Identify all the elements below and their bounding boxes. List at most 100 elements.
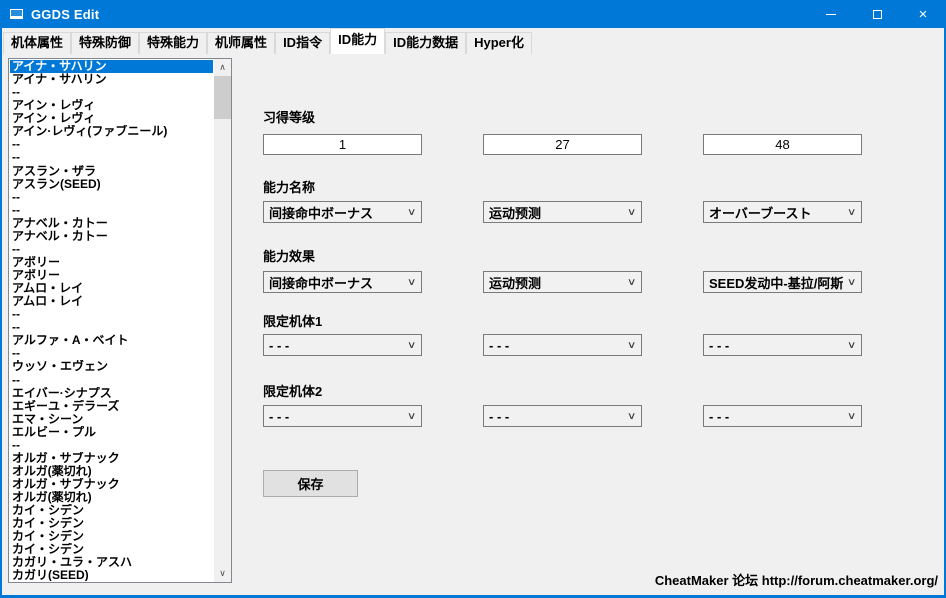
list-item[interactable]: オルガ(薬切れ) xyxy=(10,491,213,504)
list-item[interactable]: -- xyxy=(10,151,213,164)
chevron-down-icon: ∨ xyxy=(847,277,857,288)
close-icon: × xyxy=(919,7,928,22)
list-item[interactable]: カイ・シデン xyxy=(10,530,213,543)
tab-7[interactable]: Hyper化 xyxy=(466,32,532,54)
minimize-button[interactable] xyxy=(808,0,854,28)
list-item[interactable]: -- xyxy=(10,138,213,151)
chevron-down-icon: ∨ xyxy=(847,340,857,351)
list-item[interactable]: アナベル・カトー xyxy=(10,217,213,230)
list-item[interactable]: アイン・レヴィ xyxy=(10,99,213,112)
chevron-down-icon: ∨ xyxy=(627,411,637,422)
tab-3[interactable]: 机师属性 xyxy=(207,32,275,54)
list-item[interactable]: アナベル・カトー xyxy=(10,230,213,243)
list-item[interactable]: エマ・シーン xyxy=(10,413,213,426)
level-input-1[interactable] xyxy=(483,134,642,155)
tab-2[interactable]: 特殊能力 xyxy=(139,32,207,54)
list-item[interactable]: -- xyxy=(10,204,213,217)
level-input-0[interactable] xyxy=(263,134,422,155)
save-button[interactable]: 保存 xyxy=(263,470,358,497)
dropdown-row3-col0[interactable]: - - -∨ xyxy=(263,334,422,356)
pilot-list: アイナ・サハリンアイナ・サハリン--アイン・レヴィアイン・レヴィアイン·レヴィ(… xyxy=(10,60,213,581)
list-item[interactable]: アムロ・レイ xyxy=(10,282,213,295)
list-item[interactable]: -- xyxy=(10,374,213,387)
list-item[interactable]: -- xyxy=(10,86,213,99)
list-item[interactable]: オルガ・サブナック xyxy=(10,452,213,465)
tab-0[interactable]: 机体属性 xyxy=(3,32,71,54)
dropdown-value: 间接命中ボーナス xyxy=(269,273,373,292)
list-item[interactable]: -- xyxy=(10,243,213,256)
chevron-down-icon: ∨ xyxy=(627,340,637,351)
list-scrollbar[interactable]: ∧ ∨ xyxy=(214,59,231,582)
list-item[interactable]: ウッソ・エヴェン xyxy=(10,360,213,373)
maximize-icon xyxy=(873,10,882,19)
chevron-down-icon: ∨ xyxy=(407,411,417,422)
list-item[interactable]: アイン·レヴィ(ファブニール) xyxy=(10,125,213,138)
dropdown-row4-col0[interactable]: - - -∨ xyxy=(263,405,422,427)
dropdown-row2-col1[interactable]: 运动预测∨ xyxy=(483,271,642,293)
level-input-2[interactable] xyxy=(703,134,862,155)
list-item[interactable]: アイナ・サハリン xyxy=(10,60,213,73)
form-label-3: 限定机体1 xyxy=(263,311,322,330)
scrollbar-thumb[interactable] xyxy=(214,76,231,119)
list-item[interactable]: -- xyxy=(10,439,213,452)
dropdown-row4-col1[interactable]: - - - ∨ xyxy=(483,405,642,427)
list-item[interactable]: アスラン・ザラ xyxy=(10,165,213,178)
list-item[interactable]: アポリー xyxy=(10,269,213,282)
maximize-button[interactable] xyxy=(854,0,900,28)
tab-1[interactable]: 特殊防御 xyxy=(71,32,139,54)
dropdown-value: - - - xyxy=(709,409,729,424)
dropdown-value: 间接命中ボーナス xyxy=(269,203,373,222)
list-item[interactable]: エイバー·シナプス xyxy=(10,387,213,400)
scroll-down-icon: ∨ xyxy=(219,568,226,579)
list-item[interactable]: カイ・シデン xyxy=(10,543,213,556)
window-border-left xyxy=(0,0,2,598)
pilot-listbox: アイナ・サハリンアイナ・サハリン--アイン・レヴィアイン・レヴィアイン·レヴィ(… xyxy=(8,58,232,583)
scroll-up-icon: ∧ xyxy=(219,62,226,73)
list-item[interactable]: エギーユ・デラーズ xyxy=(10,400,213,413)
dropdown-row3-col2[interactable]: - - - ∨ xyxy=(703,334,862,356)
caption-buttons: × xyxy=(808,0,946,28)
list-item[interactable]: -- xyxy=(10,191,213,204)
list-item[interactable]: アポリー xyxy=(10,256,213,269)
list-item[interactable]: エルビー・プル xyxy=(10,426,213,439)
form-label-1: 能力名称 xyxy=(263,177,315,196)
dropdown-value: - - - xyxy=(269,338,289,353)
list-item[interactable]: オルガ(薬切れ) xyxy=(10,465,213,478)
scroll-down-button[interactable]: ∨ xyxy=(214,565,231,582)
list-item[interactable]: アイン・レヴィ xyxy=(10,112,213,125)
list-item[interactable]: アルファ・A・ベイト xyxy=(10,334,213,347)
list-item[interactable]: カガリ・ユラ・アスハ xyxy=(10,556,213,569)
dropdown-row4-col2[interactable]: - - - ∨ xyxy=(703,405,862,427)
tab-4[interactable]: ID指令 xyxy=(275,32,330,54)
tab-6[interactable]: ID能力数据 xyxy=(385,32,466,54)
list-item[interactable]: アイナ・サハリン xyxy=(10,73,213,86)
minimize-icon xyxy=(826,14,836,15)
app-icon xyxy=(10,9,23,19)
tab-strip: 机体属性特殊防御特殊能力机师属性ID指令ID能力ID能力数据Hyper化 xyxy=(0,28,946,54)
list-item[interactable]: アスラン(SEED) xyxy=(10,178,213,191)
list-item[interactable]: オルガ・サブナック xyxy=(10,478,213,491)
list-item[interactable]: -- xyxy=(10,308,213,321)
form-label-4: 限定机体2 xyxy=(263,381,322,400)
list-item[interactable]: カガリ(SEED) xyxy=(10,569,213,581)
dropdown-row2-col0[interactable]: 间接命中ボーナス∨ xyxy=(263,271,422,293)
dropdown-value: - - - xyxy=(489,409,509,424)
dropdown-row1-col2[interactable]: オーバーブースト∨ xyxy=(703,201,862,223)
list-item[interactable]: -- xyxy=(10,321,213,334)
dropdown-value: 运动预测 xyxy=(489,273,541,292)
list-item[interactable]: カイ・シデン xyxy=(10,504,213,517)
scroll-up-button[interactable]: ∧ xyxy=(214,59,231,76)
list-item[interactable]: -- xyxy=(10,347,213,360)
dropdown-row2-col2[interactable]: SEED发动中-基拉/阿斯兰/∨ xyxy=(703,271,862,293)
list-item[interactable]: アムロ・レイ xyxy=(10,295,213,308)
dropdown-row3-col1[interactable]: - - -∨ xyxy=(483,334,642,356)
dropdown-row1-col0[interactable]: 间接命中ボーナス∨ xyxy=(263,201,422,223)
dropdown-value: オーバーブースト xyxy=(709,203,811,222)
tab-5[interactable]: ID能力 xyxy=(330,28,385,54)
list-item[interactable]: カイ・シデン xyxy=(10,517,213,530)
dropdown-row1-col1[interactable]: 运动预测∨ xyxy=(483,201,642,223)
dropdown-value: - - - xyxy=(709,338,729,353)
chevron-down-icon: ∨ xyxy=(847,411,857,422)
close-button[interactable]: × xyxy=(900,0,946,28)
chevron-down-icon: ∨ xyxy=(627,207,637,218)
